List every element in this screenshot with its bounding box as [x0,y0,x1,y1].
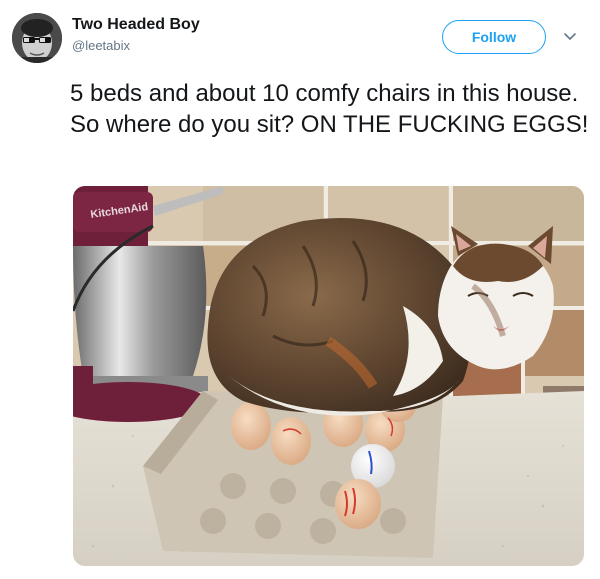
author-display-name[interactable]: Two Headed Boy [72,16,200,34]
tweet-photo[interactable]: KitchenAid [73,186,584,566]
follow-button-label: Follow [471,29,517,45]
avatar[interactable] [12,13,62,63]
author-handle[interactable]: @leetabix [72,38,130,53]
tweet-text: 5 beds and about 10 comfy chairs in this… [70,80,589,138]
chevron-down-icon[interactable] [562,29,578,45]
cat-on-eggs-image: KitchenAid [73,186,584,566]
follow-button[interactable]: Follow [442,20,546,54]
avatar-photo [12,13,62,63]
